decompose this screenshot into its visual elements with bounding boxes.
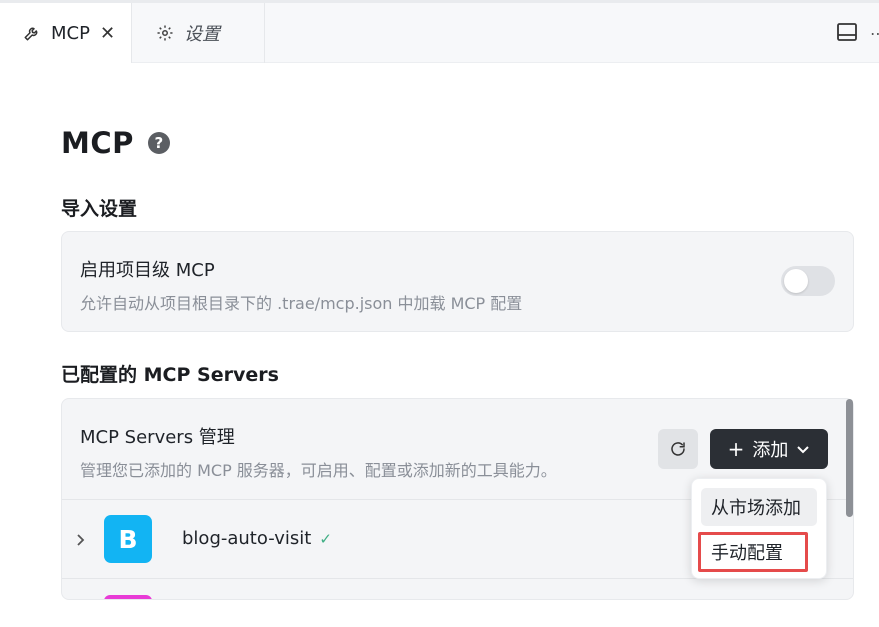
scrollbar[interactable] <box>846 399 853 517</box>
chevron-down-icon <box>796 439 810 460</box>
server-name-text: blog-auto-visit <box>182 528 312 549</box>
server-name: blog-auto-visit ✓ <box>182 528 332 549</box>
tab-settings[interactable]: 设置 <box>133 3 265 63</box>
tab-mcp[interactable]: MCP ✕ <box>0 3 132 63</box>
server-logo: B <box>104 515 152 563</box>
project-mcp-card: 启用项目级 MCP 允许自动从项目根目录下的 .trae/mcp.json 中加… <box>61 231 854 332</box>
check-icon: ✓ <box>319 530 332 548</box>
menu-item-add-from-market[interactable]: 从市场添加 <box>701 488 817 526</box>
toggle-knob <box>784 269 808 293</box>
more-icon[interactable]: ⋯ <box>870 24 879 40</box>
tab-label: 设置 <box>184 24 220 45</box>
server-logo <box>104 595 152 599</box>
page-title: MCP ? <box>61 126 170 160</box>
card-heading: 启用项目级 MCP <box>80 260 215 281</box>
chevron-right-icon[interactable] <box>76 532 86 551</box>
plus-icon: + <box>727 437 745 461</box>
tab-label: MCP <box>51 22 90 44</box>
gear-icon <box>155 23 175 43</box>
help-icon[interactable]: ? <box>147 132 170 154</box>
close-icon[interactable]: ✕ <box>100 23 115 44</box>
card-description: 管理您已添加的 MCP 服务器，可启用、配置或添加新的工具能力。 <box>80 461 557 480</box>
section-title-import: 导入设置 <box>61 198 138 220</box>
add-label: 添加 <box>752 440 789 461</box>
editor-tab-bar: MCP ✕ 设置 ⋯ <box>0 0 879 63</box>
add-server-button[interactable]: + 添加 <box>710 429 828 469</box>
card-heading: MCP Servers 管理 <box>80 427 235 448</box>
wrench-icon <box>22 23 42 43</box>
refresh-button[interactable] <box>658 429 698 469</box>
project-mcp-toggle[interactable] <box>781 266 835 296</box>
section-title-servers: 已配置的 MCP Servers <box>61 364 279 386</box>
page-title-text: MCP <box>61 126 134 160</box>
card-description: 允许自动从项目根目录下的 .trae/mcp.json 中加载 MCP 配置 <box>80 294 523 313</box>
refresh-icon <box>671 442 685 456</box>
menu-item-manual-config[interactable]: 手动配置 <box>698 532 808 572</box>
panel-toggle-icon[interactable] <box>836 22 858 42</box>
add-dropdown-menu: 从市场添加 手动配置 <box>691 478 827 579</box>
